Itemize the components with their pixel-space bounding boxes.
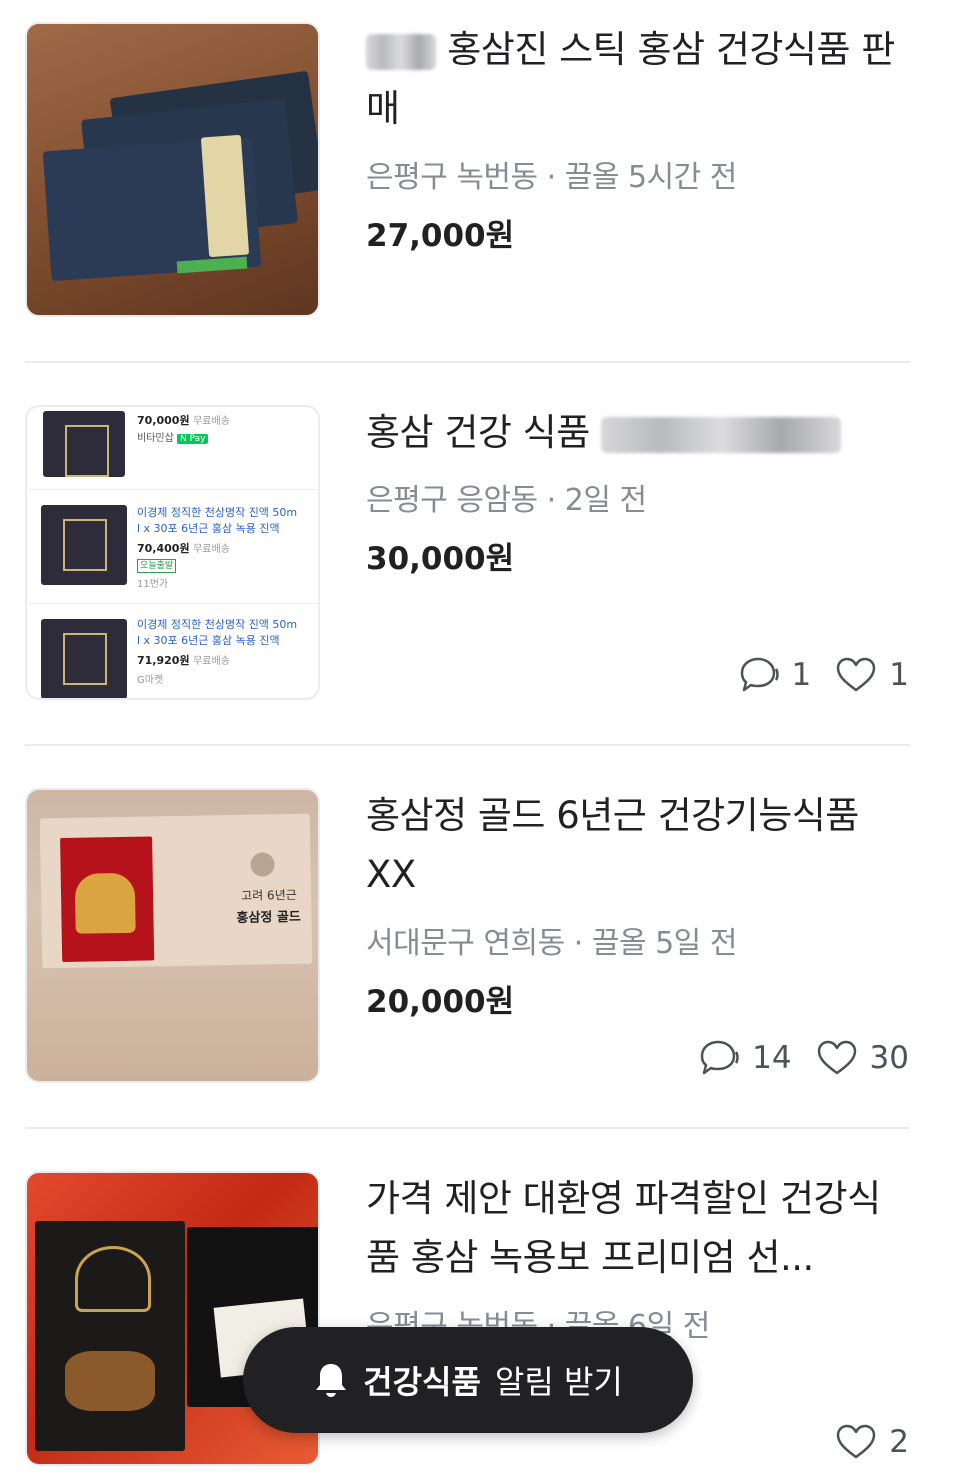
list-item[interactable]: 70,000원 무료배송 비타민삽 N Pay 이경제 정직한 천상명작 진액 …	[0, 383, 953, 766]
listing-meta: 은평구 응암동 · 2일 전	[366, 483, 647, 518]
listing-title: 가격 제안 대환영 파격할인 건강식품 홍삼 녹용보 프리미엄 선...	[366, 1177, 881, 1279]
product-thumbnail[interactable]: 70,000원 무료배송 비타민삽 N Pay 이경제 정직한 천상명작 진액 …	[25, 405, 320, 700]
divider	[25, 1127, 910, 1129]
listing-location: 은평구 응암동	[366, 483, 538, 518]
chat-bubble-icon	[700, 1040, 739, 1075]
listing-price: 20,000원	[366, 984, 515, 1020]
listing-time: 2일 전	[564, 483, 647, 518]
listing-time: 끌올 5시간 전	[564, 160, 738, 195]
listing-feed: 홍삼진 스틱 홍삼 건강식품 판매 은평구 녹번동 · 끌올 5시간 전 27,…	[0, 0, 953, 1466]
heart-icon	[817, 1040, 856, 1075]
product-thumbnail[interactable]: 고려 6년근 홍삼정 골드	[25, 788, 320, 1083]
list-item[interactable]: 고려 6년근 홍삼정 골드 홍삼정 골드 6년근 건강기능식품 XX 서대문구 …	[0, 766, 953, 1149]
list-item[interactable]: 홍삼진 스틱 홍삼 건강식품 판매 은평구 녹번동 · 끌올 5시간 전 27,…	[0, 0, 953, 383]
listing-location: 은평구 녹번동	[366, 160, 538, 195]
listing-time: 끌올 5일 전	[591, 926, 738, 961]
chat-count: 1	[736, 655, 811, 695]
listing-meta: 은평구 녹번동 · 끌올 5시간 전	[366, 160, 738, 195]
chat-count: 14	[696, 1038, 792, 1078]
keyword-alert-button[interactable]: 건강식품 알림 받기	[243, 1327, 693, 1433]
divider	[25, 744, 910, 746]
listing-meta: 서대문구 연희동 · 끌올 5일 전	[366, 926, 738, 961]
listing-location: 서대문구 연희동	[366, 926, 565, 961]
like-count: 30	[816, 1039, 909, 1077]
listing-price: 27,000원	[366, 218, 515, 254]
product-thumbnail[interactable]	[25, 22, 320, 317]
listing-title: 홍삼진 스틱 홍삼 건강식품 판매	[366, 28, 895, 130]
redacted-text	[366, 33, 436, 70]
listing-stats: 2	[817, 1423, 909, 1461]
bell-icon	[316, 1364, 347, 1397]
like-count: 1	[835, 656, 909, 694]
chat-bubble-icon	[740, 657, 779, 692]
listing-stats: 1 1	[718, 655, 909, 695]
alert-label: 알림 받기	[494, 1363, 623, 1401]
divider	[25, 361, 910, 363]
heart-icon	[837, 1424, 876, 1459]
listing-title: 홍삼 건강 식품	[366, 403, 911, 462]
like-count: 2	[835, 1423, 909, 1461]
alert-keyword: 건강식품	[363, 1363, 481, 1401]
redacted-text	[601, 416, 842, 453]
listing-title: 홍삼정 골드 6년근 건강기능식품 XX	[366, 794, 859, 896]
listing-price: 30,000원	[366, 541, 515, 577]
listing-stats: 14 30	[678, 1038, 909, 1078]
heart-icon	[837, 657, 876, 692]
